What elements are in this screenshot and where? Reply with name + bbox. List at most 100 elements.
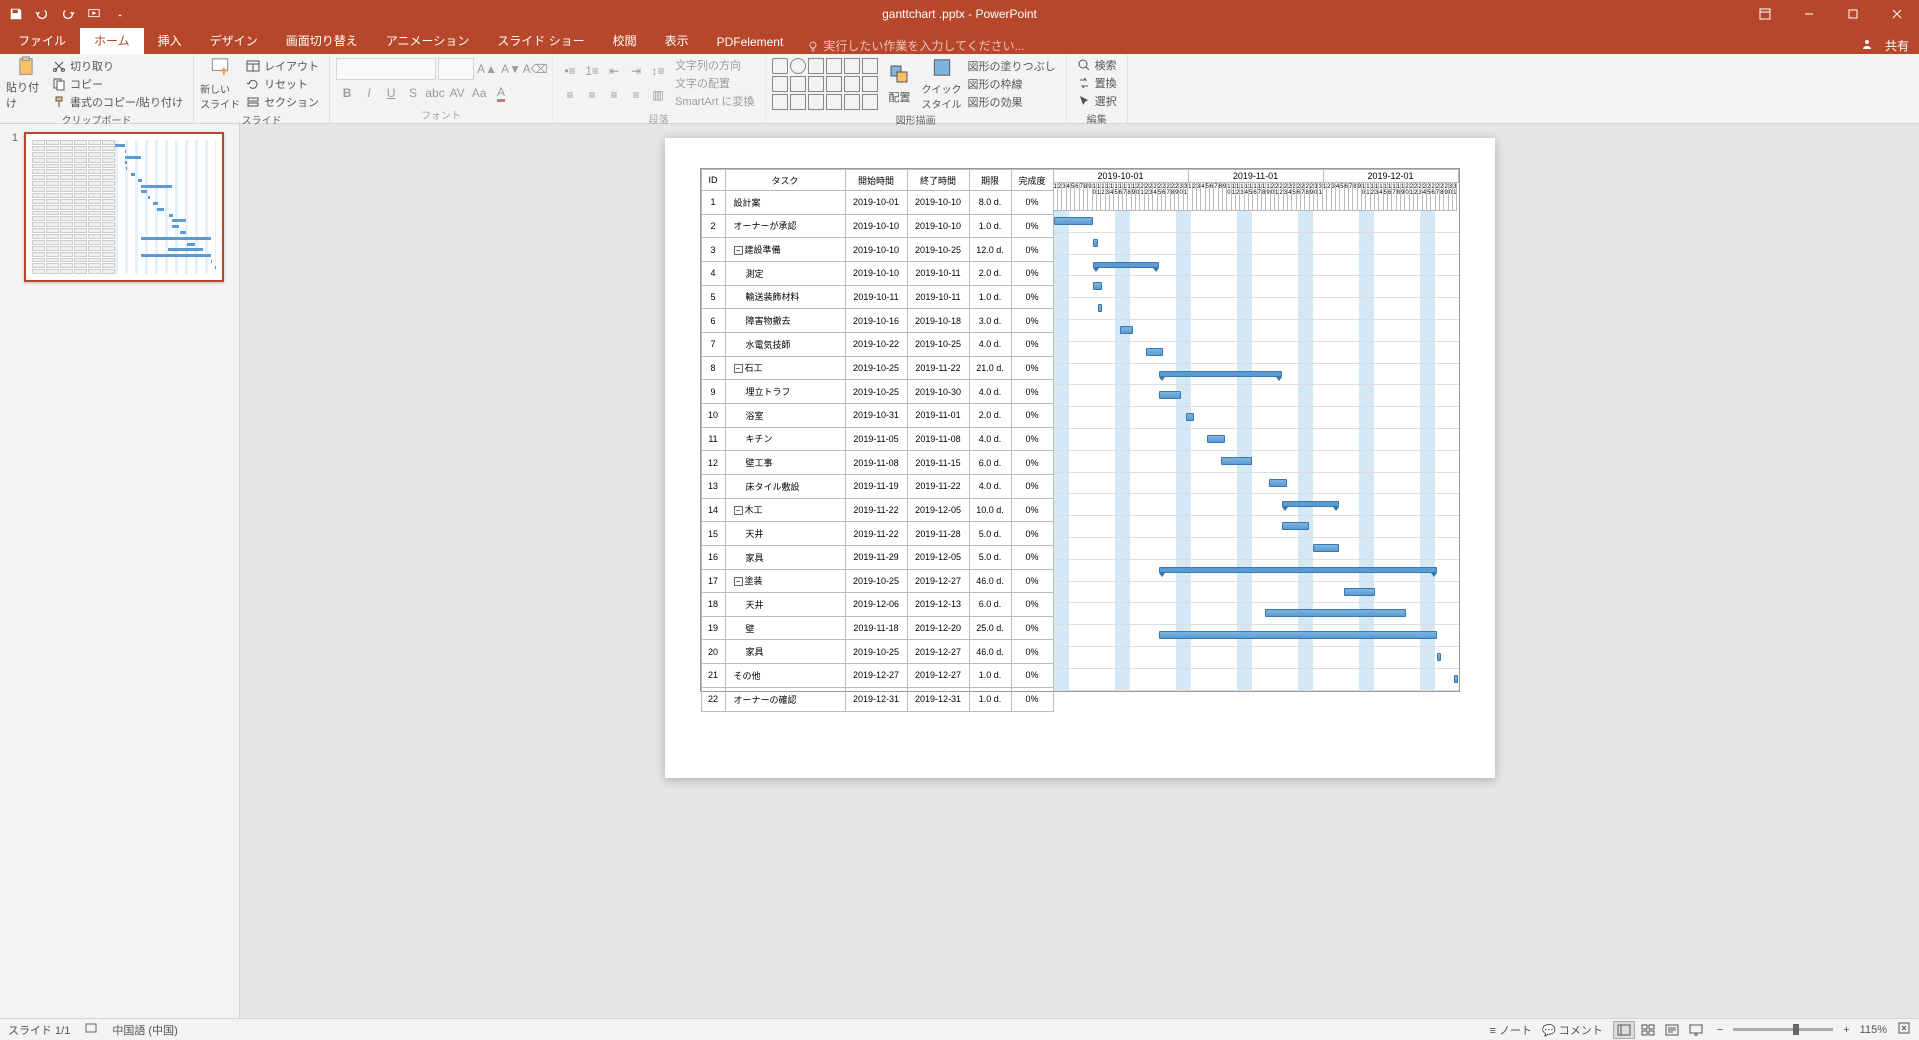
zoom-slider[interactable] (1733, 1028, 1833, 1031)
bullets-button[interactable]: •≡ (559, 60, 581, 82)
align-text-button[interactable]: 文字の配置 (671, 74, 758, 92)
clear-formatting-button[interactable]: A⌫ (524, 58, 546, 80)
tab-design[interactable]: デザイン (196, 27, 272, 54)
tab-slideshow[interactable]: スライド ショー (483, 27, 598, 54)
arrange-button[interactable]: 配置 (880, 56, 920, 111)
quick-styles-button[interactable]: クイック スタイル (922, 56, 962, 111)
slide-canvas[interactable]: ID タスク 開始時間 終了時間 期限 完成度 1設計案2019-10-0120… (665, 138, 1495, 778)
paintbrush-icon (52, 95, 66, 109)
font-family-combo[interactable] (336, 58, 436, 80)
gantt-row (1054, 364, 1459, 386)
group-label-font: フォント (336, 106, 546, 122)
tab-file[interactable]: ファイル (4, 27, 80, 54)
select-button[interactable]: 選択 (1073, 92, 1121, 110)
tab-transitions[interactable]: 画面切り替え (272, 27, 372, 54)
language-indicator[interactable]: 中国語 (中国) (112, 1022, 177, 1038)
underline-button[interactable]: U (380, 82, 402, 104)
table-row: 13床タイル敷設2019-11-192019-11-224.0 d.0% (701, 474, 1053, 498)
zoom-percentage[interactable]: 115% (1860, 1024, 1887, 1036)
thumbnail-number: 1 (8, 132, 18, 282)
sign-in-link[interactable] (1861, 38, 1873, 53)
italic-button[interactable]: I (358, 82, 380, 104)
cut-button[interactable]: 切り取り (48, 57, 187, 75)
columns-button[interactable]: ▥ (647, 84, 669, 106)
slide-editor-area[interactable]: ID タスク 開始時間 終了時間 期限 完成度 1設計案2019-10-0120… (240, 124, 1919, 1018)
slide-sorter-button[interactable] (1637, 1021, 1659, 1039)
numbering-button[interactable]: 1≡ (581, 60, 603, 82)
slideshow-view-button[interactable] (1685, 1021, 1707, 1039)
zoom-in-button[interactable]: + (1843, 1024, 1849, 1036)
decrease-font-button[interactable]: A▼ (500, 58, 522, 80)
text-direction-button[interactable]: 文字列の方向 (671, 56, 758, 74)
cursor-icon (1077, 94, 1091, 108)
gantt-bar (1282, 501, 1339, 507)
col-id: ID (701, 170, 725, 191)
tab-pdfelement[interactable]: PDFelement (703, 30, 798, 54)
align-right-button[interactable]: ≡ (603, 84, 625, 106)
increase-font-button[interactable]: A▲ (476, 58, 498, 80)
bold-button[interactable]: B (336, 82, 358, 104)
save-button[interactable] (4, 3, 28, 25)
gantt-row (1054, 603, 1459, 625)
find-button[interactable]: 検索 (1073, 56, 1121, 74)
slide-counter[interactable]: スライド 1/1 (8, 1022, 70, 1038)
qat-dropdown[interactable] (108, 3, 132, 25)
font-color-button[interactable]: A (490, 82, 512, 104)
align-center-button[interactable]: ≡ (581, 84, 603, 106)
tell-me-search[interactable]: 実行したい作業を入力してください... (807, 37, 1024, 54)
align-left-button[interactable]: ≡ (559, 84, 581, 106)
justify-button[interactable]: ≡ (625, 84, 647, 106)
section-button[interactable]: セクション (242, 93, 323, 111)
comments-toggle[interactable]: 💬 コメント (1542, 1022, 1603, 1038)
table-row: 16家具2019-11-292019-12-055.0 d.0% (701, 545, 1053, 569)
change-case-button[interactable]: Aa (468, 82, 490, 104)
zoom-out-button[interactable]: − (1717, 1024, 1723, 1036)
shape-outline-button[interactable]: 図形の枠線 (964, 75, 1060, 93)
font-size-combo[interactable] (438, 58, 474, 80)
table-row: 1設計案2019-10-012019-10-108.0 d.0% (701, 191, 1053, 215)
fit-to-window-button[interactable] (1897, 1021, 1911, 1038)
minimize-button[interactable] (1787, 0, 1831, 28)
copy-button[interactable]: コピー (48, 75, 187, 93)
tab-home[interactable]: ホーム (80, 27, 144, 54)
tab-animations[interactable]: アニメーション (372, 27, 484, 54)
strikethrough-button[interactable]: S (402, 82, 424, 104)
reset-button[interactable]: リセット (242, 75, 323, 93)
redo-button[interactable] (56, 3, 80, 25)
increase-indent-button[interactable]: ⇥ (625, 60, 647, 82)
format-painter-button[interactable]: 書式のコピー/貼り付け (48, 93, 187, 111)
shape-effects-button[interactable]: 図形の効果 (964, 93, 1060, 111)
layout-button[interactable]: レイアウト (242, 57, 323, 75)
line-spacing-button[interactable]: ↕≡ (647, 60, 669, 82)
start-slideshow-button[interactable] (82, 3, 106, 25)
maximize-button[interactable] (1831, 0, 1875, 28)
convert-smartart-button[interactable]: SmartArt に変換 (671, 92, 758, 110)
spell-check-icon[interactable] (84, 1021, 98, 1038)
slide-thumbnail-1[interactable] (24, 132, 224, 282)
shape-fill-button[interactable]: 図形の塗りつぶし (964, 57, 1060, 75)
new-slide-button[interactable]: 新しい スライド (200, 56, 240, 111)
tab-view[interactable]: 表示 (651, 27, 703, 54)
undo-button[interactable] (30, 3, 54, 25)
gantt-bar (1186, 413, 1195, 421)
gantt-row (1054, 342, 1459, 364)
ribbon-display-options[interactable] (1743, 0, 1787, 28)
shapes-gallery[interactable] (772, 58, 878, 110)
reading-view-button[interactable] (1661, 1021, 1683, 1039)
paste-button[interactable]: 貼り付け (6, 56, 46, 111)
decrease-indent-button[interactable]: ⇤ (603, 60, 625, 82)
close-button[interactable] (1875, 0, 1919, 28)
tab-insert[interactable]: 挿入 (144, 27, 196, 54)
tab-review[interactable]: 校閲 (599, 27, 651, 54)
notes-toggle[interactable]: ≡ ノート (1490, 1022, 1532, 1038)
ribbon-group-slides: 新しい スライド レイアウト リセット セクション スライド (194, 54, 330, 123)
character-spacing-button[interactable]: AV (446, 82, 468, 104)
gantt-bar (1159, 567, 1436, 573)
share-button[interactable]: 共有 (1885, 37, 1909, 54)
normal-view-button[interactable] (1613, 1021, 1635, 1039)
gantt-row (1054, 211, 1459, 233)
text-shadow-button[interactable]: abc (424, 82, 446, 104)
lightbulb-icon (807, 40, 819, 52)
gantt-bar (1093, 282, 1102, 290)
replace-button[interactable]: 置換 (1073, 74, 1121, 92)
